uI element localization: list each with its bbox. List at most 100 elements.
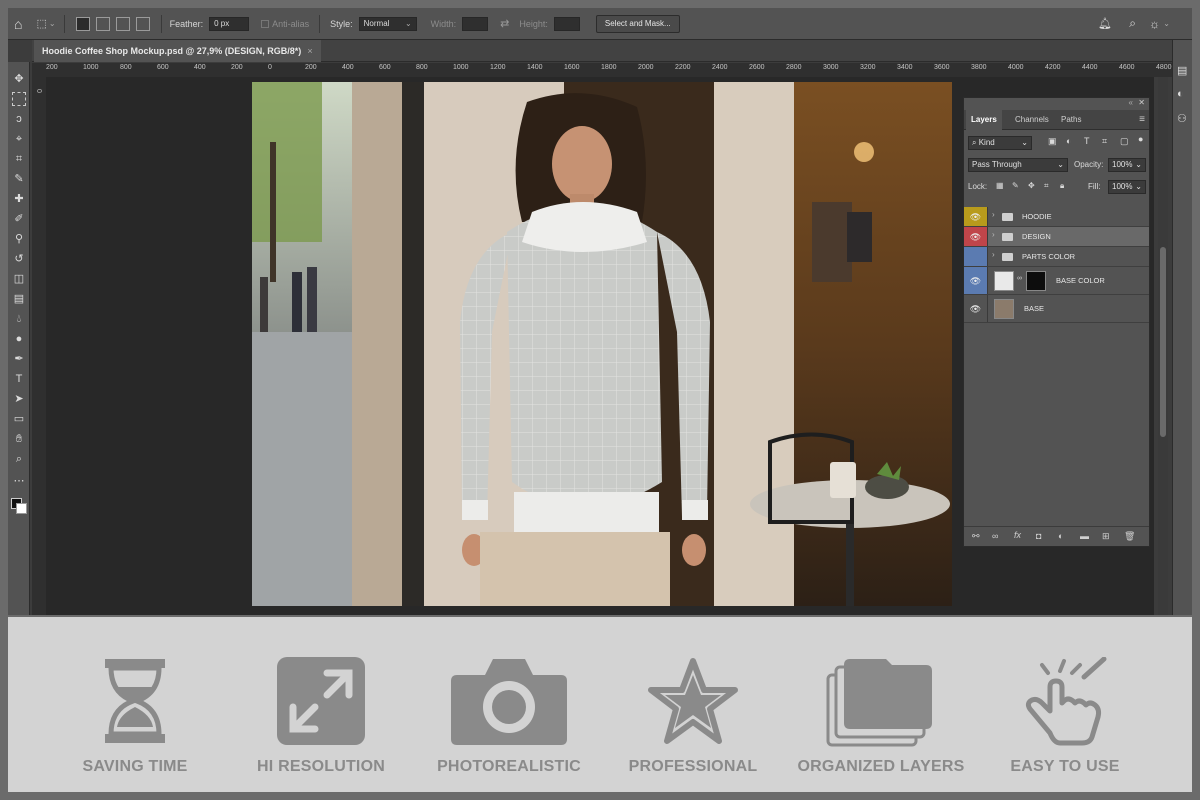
trash-icon[interactable]: 🗑︎ xyxy=(1124,531,1135,542)
style-select[interactable]: Normal ⌄ xyxy=(358,16,417,31)
visibility-eye-icon[interactable]: 👁︎ xyxy=(964,207,988,226)
anti-alias-checkbox[interactable] xyxy=(261,19,270,28)
home-icon[interactable]: ⌂ xyxy=(14,16,22,32)
new-selection-icon[interactable] xyxy=(75,16,90,31)
new-layer-icon[interactable]: ⊞ xyxy=(1102,531,1110,542)
document-tab[interactable]: Hoodie Coffee Shop Mockup.psd @ 27,9% (D… xyxy=(34,40,321,62)
tab-paths[interactable]: Paths xyxy=(1056,110,1086,130)
adjustment-layer-icon[interactable]: ◐ xyxy=(1058,531,1063,541)
visibility-eye-icon[interactable]: 👁︎ xyxy=(964,267,988,294)
path-select-icon[interactable]: ➤ xyxy=(12,392,26,406)
marquee-tool-icon[interactable] xyxy=(12,92,26,106)
marquee-tool-icon[interactable]: ⬚ xyxy=(36,17,46,30)
pen-tool-icon[interactable]: ✒ xyxy=(12,352,26,366)
layer-mask-thumbnail[interactable] xyxy=(1026,271,1046,291)
link-layers-icon[interactable]: ⚯ xyxy=(972,531,980,542)
hand-tool-icon[interactable]: ✋︎ xyxy=(12,432,26,446)
search-icon[interactable]: ⌕ xyxy=(1129,16,1136,31)
layer-row-parts-color[interactable]: › PARTS COLOR xyxy=(964,247,1149,267)
layer-thumbnail[interactable] xyxy=(994,271,1014,291)
opacity-label: Opacity: xyxy=(1074,160,1104,169)
outer-frame: ⌂ ⬚ ⌄ Feather: 0 px Anti-alias Style: No… xyxy=(0,0,1200,800)
properties-icon[interactable]: ▤ xyxy=(1177,64,1187,77)
type-tool-icon[interactable]: T xyxy=(12,372,26,386)
lock-transparent-icon[interactable]: ▦ xyxy=(996,181,1004,190)
blend-mode-select[interactable]: Pass Through ⌄ xyxy=(968,158,1068,172)
chain-icon[interactable]: ∞ xyxy=(992,531,998,541)
adjustment-filter-icon[interactable]: ◐ xyxy=(1066,136,1071,146)
height-input[interactable] xyxy=(553,16,580,31)
lasso-tool-icon[interactable]: ↄ xyxy=(12,112,26,126)
document-tab-title: Hoodie Coffee Shop Mockup.psd @ 27,9% (D… xyxy=(42,46,302,56)
visibility-eye-icon[interactable] xyxy=(964,247,988,266)
subtract-selection-icon[interactable] xyxy=(115,16,130,31)
new-group-icon[interactable]: ▬ xyxy=(1080,531,1089,541)
libraries-icon[interactable]: ⚇ xyxy=(1177,112,1187,125)
fill-input[interactable]: 100% ⌄ xyxy=(1108,180,1146,194)
filter-toggle-icon[interactable]: ● xyxy=(1138,134,1143,144)
zoom-tool-icon[interactable]: ⌕ xyxy=(12,452,26,466)
gradient-tool-icon[interactable]: ▤ xyxy=(12,292,26,306)
layer-thumbnail[interactable] xyxy=(994,299,1014,319)
more-tools-icon[interactable]: ⋯ xyxy=(12,474,26,488)
layer-row-hoodie[interactable]: 👁︎ › HOODIE xyxy=(964,207,1149,227)
intersect-selection-icon[interactable] xyxy=(135,16,150,31)
crop-tool-icon[interactable]: ⌗ xyxy=(12,152,26,166)
smart-object-filter-icon[interactable]: ▢ xyxy=(1120,136,1129,147)
chevron-down-icon[interactable]: ⌄ xyxy=(49,19,56,28)
ruler-tick: 200 xyxy=(46,64,58,71)
layer-row-base-color[interactable]: 👁︎ ∞ BASE COLOR xyxy=(964,267,1149,295)
visibility-eye-icon[interactable]: 👁︎ xyxy=(964,227,988,246)
lock-image-icon[interactable]: ✎ xyxy=(1012,181,1019,190)
lock-all-icon[interactable]: 🔒︎ xyxy=(1060,181,1064,191)
lightbulb-icon[interactable]: ☼ xyxy=(1149,17,1160,31)
ruler-tick: 1400 xyxy=(527,64,543,71)
expand-chevron-icon[interactable]: › xyxy=(992,250,995,259)
expand-chevron-icon[interactable]: › xyxy=(992,230,995,239)
add-selection-icon[interactable] xyxy=(95,16,110,31)
eraser-tool-icon[interactable]: ◫ xyxy=(12,272,26,286)
layer-row-design[interactable]: 👁︎ › DESIGN xyxy=(964,227,1149,247)
chevron-down-icon[interactable]: ⌄ xyxy=(1163,19,1170,28)
move-tool-icon[interactable]: ✥ xyxy=(12,72,26,86)
width-input[interactable] xyxy=(462,16,489,31)
dodge-tool-icon[interactable]: ● xyxy=(12,332,26,346)
kind-filter-select[interactable]: ⌕ Kind ⌄ xyxy=(968,136,1032,150)
history-brush-icon[interactable]: ↺ xyxy=(12,252,26,266)
eyedropper-tool-icon[interactable]: ✎ xyxy=(12,172,26,186)
expand-chevron-icon[interactable]: › xyxy=(992,210,995,219)
layer-row-base[interactable]: 👁︎ BASE xyxy=(964,295,1149,323)
opacity-input[interactable]: 100% ⌄ xyxy=(1108,158,1146,172)
clone-stamp-icon[interactable]: ⚲ xyxy=(12,232,26,246)
rectangle-tool-icon[interactable]: ▭ xyxy=(12,412,26,426)
close-icon[interactable]: ✕ xyxy=(1138,98,1145,107)
healing-brush-icon[interactable]: ✚ xyxy=(12,192,26,206)
blur-tool-icon[interactable]: 💧︎ xyxy=(12,312,26,326)
tab-layers[interactable]: Layers xyxy=(966,110,1002,130)
mask-icon[interactable]: ◘ xyxy=(1036,531,1041,541)
shape-filter-icon[interactable]: ⌗ xyxy=(1102,136,1107,147)
scrollbar-thumb[interactable] xyxy=(1160,247,1166,437)
lock-position-icon[interactable]: ✥ xyxy=(1028,181,1035,190)
close-icon[interactable]: × xyxy=(307,46,312,56)
pixel-filter-icon[interactable]: ▣ xyxy=(1048,136,1057,147)
type-filter-icon[interactable]: T xyxy=(1084,136,1090,146)
quick-select-tool-icon[interactable]: ⌖ xyxy=(12,132,26,146)
layer-name: PARTS COLOR xyxy=(1022,252,1076,261)
vertical-scrollbar[interactable] xyxy=(1158,77,1168,615)
feather-input[interactable]: 0 px xyxy=(209,16,250,31)
fx-icon[interactable]: fx xyxy=(1014,530,1021,540)
adjustments-icon[interactable]: ◐ xyxy=(1177,88,1184,100)
bell-icon[interactable]: 🔔︎ xyxy=(1098,17,1112,30)
document-canvas[interactable] xyxy=(252,82,952,606)
visibility-eye-icon[interactable]: 👁︎ xyxy=(964,295,988,322)
mask-link-icon[interactable]: ∞ xyxy=(1017,275,1022,282)
select-and-mask-button[interactable]: Select and Mask... xyxy=(595,14,680,33)
panel-menu-icon[interactable]: ≡ xyxy=(1139,114,1145,125)
lock-artboard-icon[interactable]: ⌗ xyxy=(1044,181,1049,191)
swap-icon[interactable]: ⇄ xyxy=(500,17,509,30)
collapse-icon[interactable]: « xyxy=(1129,98,1133,107)
background-color-swatch[interactable] xyxy=(16,503,27,514)
tab-channels[interactable]: Channels xyxy=(1010,110,1054,130)
brush-tool-icon[interactable]: ✐ xyxy=(12,212,26,226)
